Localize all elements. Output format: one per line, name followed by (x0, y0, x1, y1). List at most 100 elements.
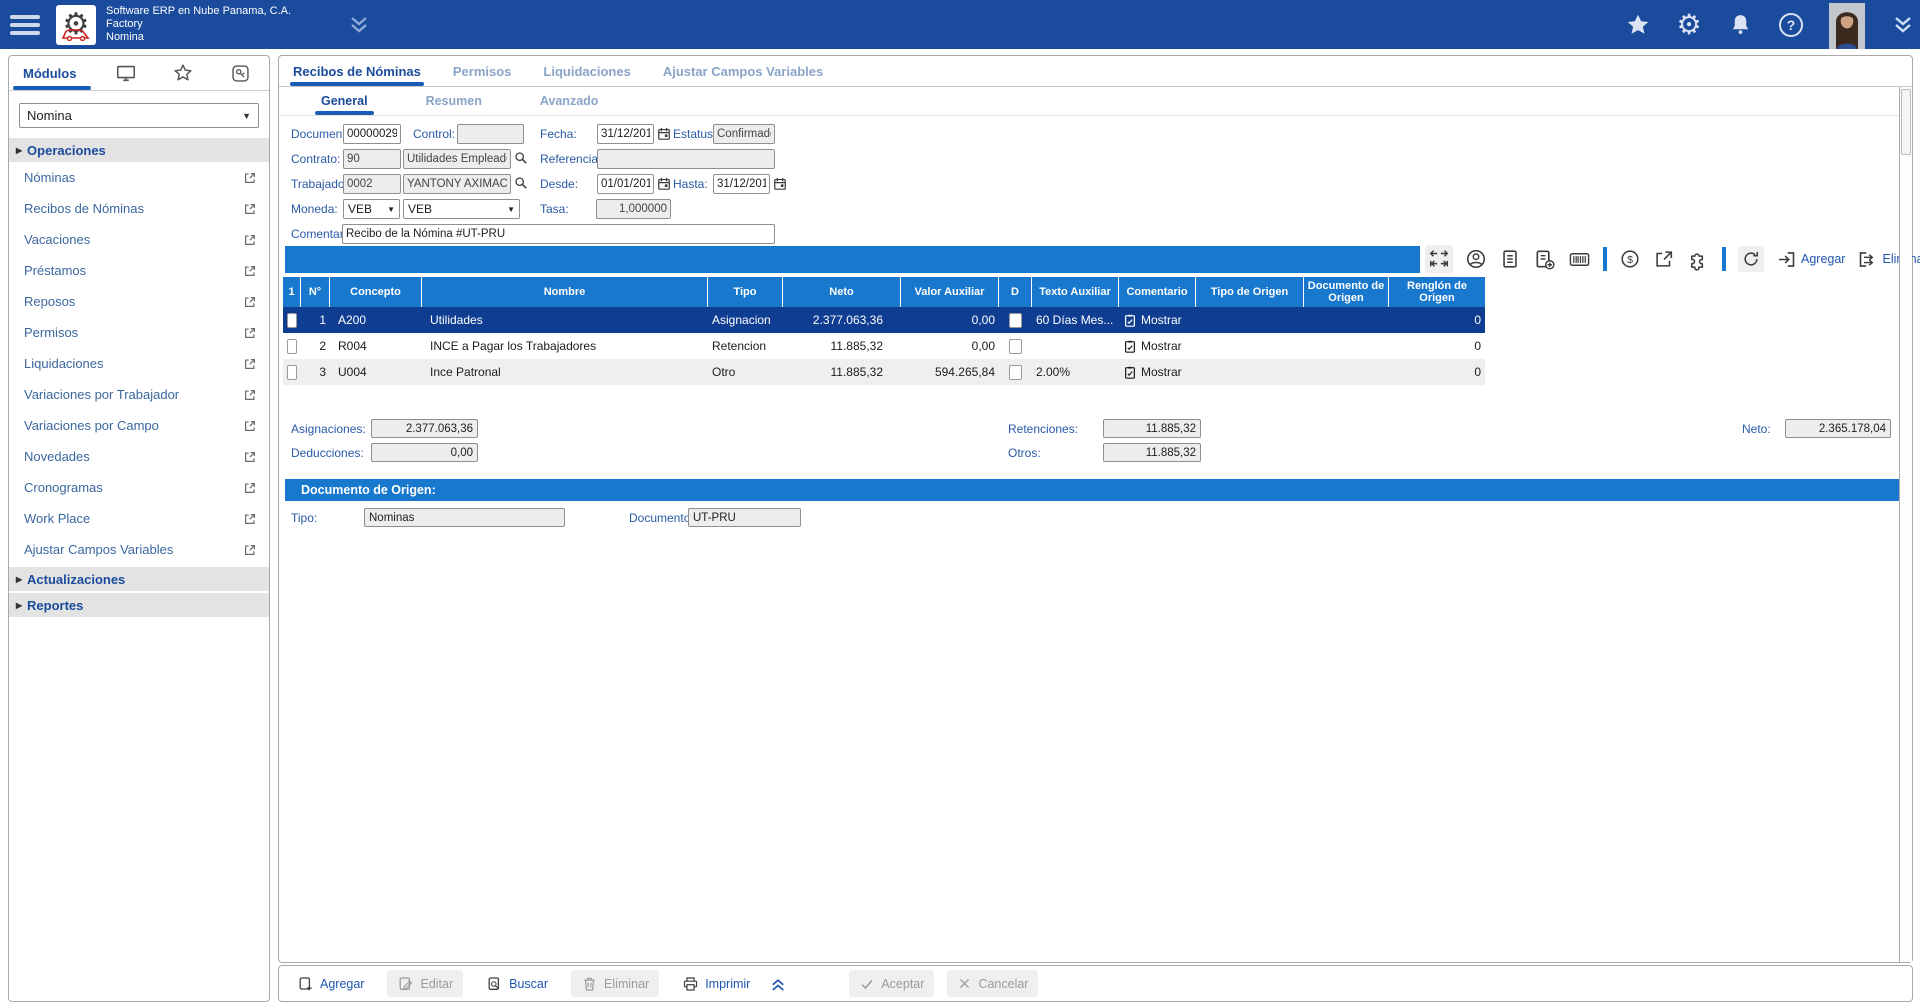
sidebar-item-recibos-de-nominas[interactable]: Recibos de Nóminas (9, 193, 269, 224)
col-documento-origen[interactable]: Documento de Origen (1304, 277, 1389, 307)
sidebar-item-prestamos[interactable]: Préstamos (9, 255, 269, 286)
table-row[interactable]: 1 A200 Utilidades Asignacion 2.377.063,3… (283, 307, 1485, 333)
key-window-icon[interactable] (212, 56, 269, 90)
resize-columns-icon[interactable] (1425, 245, 1453, 273)
col-neto[interactable]: Neto (783, 277, 901, 307)
sidebar-item-ajustar-campos-variables[interactable]: Ajustar Campos Variables (9, 534, 269, 565)
aceptar-button: Aceptar (849, 970, 934, 997)
row-select-checkbox[interactable] (287, 313, 297, 328)
moneda-nombre-select[interactable]: VEB▼ (403, 199, 520, 219)
subtab-avanzado[interactable]: Avanzado (540, 87, 599, 115)
col-comentario[interactable]: Comentario (1119, 277, 1196, 307)
buscar-button[interactable]: Buscar (476, 970, 558, 997)
scrollbar-thumb[interactable] (1901, 89, 1911, 155)
col-concepto[interactable]: Concepto (330, 277, 422, 307)
sidebar-item-cronogramas[interactable]: Cronogramas (9, 472, 269, 503)
settings-gear-icon[interactable]: ⚙ (1676, 12, 1702, 38)
sidebar-item-reposos[interactable]: Reposos (9, 286, 269, 317)
documento-field[interactable] (343, 124, 401, 144)
col-valor-auxiliar[interactable]: Valor Auxiliar (901, 277, 999, 307)
refresh-icon[interactable] (1738, 246, 1764, 272)
contrato-codigo-field[interactable] (343, 149, 401, 169)
hasta-field[interactable] (713, 174, 770, 194)
expand-toolbar-chevron-icon[interactable] (769, 975, 787, 993)
search-icon[interactable] (514, 151, 528, 165)
d-checkbox[interactable] (1009, 365, 1022, 380)
desde-field[interactable] (597, 174, 654, 194)
help-icon[interactable]: ? (1778, 12, 1804, 38)
sidebar-item-novedades[interactable]: Novedades (9, 441, 269, 472)
row-select-checkbox[interactable] (287, 365, 297, 380)
grid-add-row-button[interactable]: Agregar (1776, 249, 1845, 270)
worker-profile-icon[interactable] (1465, 248, 1487, 270)
sidebar-section-reportes[interactable]: Reportes (9, 591, 269, 617)
external-link-icon (243, 202, 257, 216)
tab-liquidaciones[interactable]: Liquidaciones (543, 56, 630, 86)
mostrar-comment-button[interactable]: Mostrar (1123, 313, 1182, 328)
search-icon[interactable] (514, 176, 528, 190)
notifications-bell-icon[interactable] (1727, 12, 1753, 38)
vertical-scrollbar[interactable] (1899, 87, 1912, 962)
hasta-label: Hasta: (673, 177, 708, 191)
agregar-button[interactable]: Agregar (287, 970, 374, 997)
sidebar-toggle-chevron-icon[interactable] (1890, 12, 1916, 38)
imprimir-button[interactable]: Imprimir (672, 970, 760, 997)
document-detail-icon[interactable] (1499, 248, 1521, 270)
module-select[interactable]: Nomina ▼ (19, 103, 259, 128)
sidebar-section-operaciones[interactable]: Operaciones (9, 136, 269, 162)
tab-modulos[interactable]: Módulos (9, 56, 97, 90)
sidebar-item-nominas[interactable]: Nóminas (9, 162, 269, 193)
d-checkbox[interactable] (1009, 313, 1022, 328)
sidebar-item-variaciones-por-campo[interactable]: Variaciones por Campo (9, 410, 269, 441)
tab-permisos[interactable]: Permisos (453, 56, 512, 86)
deducciones-field (371, 443, 478, 462)
col-nombre[interactable]: Nombre (422, 277, 708, 307)
comentario-field[interactable] (342, 224, 775, 244)
tab-ajustar-campos-variables[interactable]: Ajustar Campos Variables (663, 56, 823, 86)
col-numero[interactable]: N° (301, 277, 330, 307)
user-avatar[interactable] (1829, 3, 1865, 49)
row-select-checkbox[interactable] (287, 339, 297, 354)
col-tipo[interactable]: Tipo (708, 277, 783, 307)
trabajador-codigo-field[interactable] (343, 174, 401, 194)
col-tipo-origen[interactable]: Tipo de Origen (1196, 277, 1304, 307)
monitor-icon[interactable] (97, 56, 154, 90)
sidebar-item-variaciones-por-trabajador[interactable]: Variaciones por Trabajador (9, 379, 269, 410)
col-sel[interactable]: 1 (283, 277, 301, 307)
moneda-codigo-select[interactable]: VEB▼ (343, 199, 400, 219)
hamburger-menu-icon[interactable] (10, 15, 40, 35)
sidebar-section-actualizaciones[interactable]: Actualizaciones (9, 565, 269, 591)
favorites-outline-star-icon[interactable] (154, 56, 211, 90)
mostrar-comment-button[interactable]: Mostrar (1123, 339, 1182, 354)
header-collapse-chevron-icon[interactable] (347, 13, 371, 37)
sidebar-item-work-place[interactable]: Work Place (9, 503, 269, 534)
calendar-icon[interactable] (657, 176, 671, 191)
currency-icon[interactable] (1619, 248, 1641, 270)
mostrar-comment-button[interactable]: Mostrar (1123, 365, 1182, 380)
favorites-star-icon[interactable] (1625, 12, 1651, 38)
calendar-icon[interactable] (657, 126, 671, 141)
toolbar-separator (1722, 247, 1726, 271)
cancelar-button: Cancelar (947, 970, 1038, 997)
barcode-icon[interactable] (1568, 248, 1591, 271)
subtab-general[interactable]: General (321, 87, 368, 115)
document-add-icon[interactable] (1533, 248, 1556, 271)
col-d[interactable]: D (999, 277, 1032, 307)
sidebar-item-vacaciones[interactable]: Vacaciones (9, 224, 269, 255)
d-checkbox[interactable] (1009, 339, 1022, 354)
sidebar-item-liquidaciones[interactable]: Liquidaciones (9, 348, 269, 379)
external-link-icon (243, 357, 257, 371)
calendar-icon[interactable] (773, 176, 787, 191)
export-icon[interactable] (1653, 248, 1675, 270)
col-texto-auxiliar[interactable]: Texto Auxiliar (1032, 277, 1119, 307)
sidebar-item-permisos[interactable]: Permisos (9, 317, 269, 348)
fecha-field[interactable] (597, 124, 654, 144)
plugin-puzzle-icon[interactable] (1687, 248, 1710, 271)
subtab-resumen[interactable]: Resumen (426, 87, 482, 115)
tab-recibos-de-nominas[interactable]: Recibos de Nóminas (293, 56, 421, 86)
table-row[interactable]: 2 R004 INCE a Pagar los Trabajadores Ret… (283, 333, 1485, 359)
table-row[interactable]: 3 U004 Ince Patronal Otro 11.885,32 594.… (283, 359, 1485, 385)
modules-sidebar: Módulos Nomina ▼ Operaciones Nóminas Rec… (8, 55, 270, 1002)
documento-origen-header: Documento de Origen: (285, 479, 1908, 501)
col-renglon-origen[interactable]: Renglón de Origen (1389, 277, 1485, 307)
